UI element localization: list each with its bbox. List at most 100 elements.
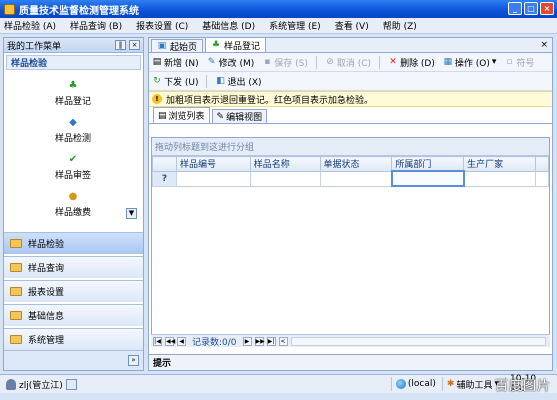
tools-menu-button[interactable]: ✱ 辅助工具 ▾ (441, 377, 499, 391)
work-menu-panel: 我的工作菜单 ‖ × 样品检验 ♣ 样品登记 ◆ 样品检测 ✔ 样品审签 ● 样… (3, 37, 144, 371)
scroll-down-icon[interactable]: ▼ (126, 208, 137, 219)
tab-start-page[interactable]: ▣ 起始页 (151, 39, 204, 53)
tools-label: 辅助工具 (456, 380, 493, 391)
add-button[interactable]: ▤ 新增 (N) (152, 56, 199, 69)
nav-basic-info[interactable]: 基础信息 (4, 304, 143, 326)
nav-report-settings[interactable]: 报表设置 (4, 280, 143, 302)
sidebar-item-review[interactable]: ✔ 样品审签 (4, 154, 142, 181)
toolbar-row2: ↻ 下发 (U) ◧ 退出 (X) (149, 72, 552, 91)
user-name: zlj(管立江) (19, 380, 63, 391)
nav-sample-query[interactable]: 样品查询 (4, 256, 143, 278)
refresh-icon: ↻ (153, 76, 161, 86)
sidebar-item-payment[interactable]: ● 样品缴费 (4, 191, 142, 218)
close-tab-icon[interactable]: × (540, 40, 548, 50)
symbol-button[interactable]: ▫ 符号 (504, 56, 534, 69)
status-bar: zlj(管立江) (local) ✱ 辅助工具 ▾ 10-10 18: (0, 374, 557, 394)
menu-sample-inspection[interactable]: 样品检验 (A) (4, 19, 56, 32)
prev-page-set-icon[interactable]: ◀◀ (165, 336, 175, 346)
main-panel: ▣ 起始页 ♣ 样品登记 × ▤ 新增 (N) ✎ 修改 (M) ▪ 保存 (S) ⊘… (148, 37, 553, 371)
save-button[interactable]: ▪ 保存 (S) (262, 56, 308, 69)
menu-system-admin[interactable]: 系统管理 (E) (269, 19, 321, 32)
toolbar-row1: ▤ 新增 (N) ✎ 修改 (M) ▪ 保存 (S) ⊘ 取消 (C) ✕ 删除 (D) … (149, 53, 552, 72)
table-cell[interactable] (319, 170, 393, 187)
tab-label: 编辑视图 (226, 113, 263, 123)
folder-icon (10, 335, 22, 344)
dropdown-arrow-icon: ▾ (491, 57, 497, 67)
minimize-button[interactable]: _ (508, 2, 522, 15)
app-icon (4, 3, 15, 15)
pencil-icon: ✎ (207, 57, 216, 67)
cancel-button[interactable]: ⊘ 取消 (C) (325, 56, 371, 69)
table-cell[interactable] (534, 170, 550, 187)
tab-sample-register[interactable]: ♣ 样品登记 (205, 37, 267, 52)
nav-sample-inspection[interactable]: 样品检验 (4, 232, 143, 254)
operation-button[interactable]: ▦ 操作 (O) ▾ (443, 56, 497, 69)
toolbar-separator (379, 55, 381, 69)
column-header-manufacturer[interactable]: 生产厂家 (463, 156, 536, 172)
table-row[interactable]: ? (152, 170, 550, 187)
pin-icon[interactable]: ‖ (115, 40, 126, 50)
next-page-set-icon[interactable]: ▶▶ (254, 336, 265, 346)
page-icon: ▣ (157, 41, 167, 51)
maximize-button[interactable]: □ (524, 2, 538, 15)
tab-edit-view[interactable]: ✎ 编辑视图 (211, 109, 268, 123)
status-user: zlj(管立江) (6, 378, 77, 391)
sidebar-item-register[interactable]: ♣ 样品登记 (4, 80, 142, 107)
table-cell[interactable] (175, 170, 251, 187)
network-icon (65, 378, 77, 390)
view-tabs: ▤ 浏览列表 ✎ 编辑视图 (149, 107, 552, 124)
edit-view-icon: ✎ (216, 111, 225, 122)
close-button[interactable]: × (540, 2, 554, 15)
column-header-sample-no[interactable]: 样品编号 (175, 156, 251, 172)
menu-view[interactable]: 查看 (V) (335, 19, 369, 32)
user-icon (6, 378, 16, 390)
button-label: 下发 (U) (164, 77, 199, 88)
column-header-sample-name[interactable]: 样品名称 (249, 156, 321, 172)
table-cell[interactable] (249, 170, 321, 187)
menu-help[interactable]: 帮助 (Z) (383, 19, 417, 32)
row-indicator-header (152, 156, 177, 172)
status-server: (local) (390, 377, 436, 391)
tools-icon: ✱ (446, 379, 455, 389)
edit-button[interactable]: ✎ 修改 (M) (207, 56, 254, 69)
table-cell[interactable] (390, 170, 465, 187)
pager-bar: |◀ ◀◀ ◀ 记录数:0/0 ▶ ▶▶ ▶| < (151, 334, 550, 348)
group-by-area[interactable]: 拖动列标题到这进行分组 (152, 138, 549, 156)
work-menu-header: 我的工作菜单 ‖ × (4, 38, 143, 53)
tab-browse-list[interactable]: ▤ 浏览列表 (153, 107, 210, 123)
column-header-status[interactable]: 单据状态 (319, 156, 393, 172)
button-label: 符号 (516, 58, 535, 69)
operation-icon: ▦ (443, 57, 453, 67)
disk-icon: ▪ (264, 57, 271, 67)
sidebar-item-label: 样品登记 (54, 97, 91, 107)
close-panel-icon[interactable]: × (129, 40, 140, 50)
expand-nav-icon[interactable]: » (128, 355, 139, 366)
next-page-icon[interactable]: ▶ (242, 336, 252, 346)
sidebar-item-label: 样品检测 (54, 134, 91, 144)
last-page-icon[interactable]: ▶| (266, 336, 276, 346)
nav-label: 基础信息 (28, 312, 65, 322)
section-title: 样品检验 (6, 55, 141, 70)
delete-button[interactable]: ✕ 删除 (D) (388, 56, 435, 69)
row-indicator: ? (152, 170, 177, 187)
scroll-left-icon[interactable]: < (278, 336, 288, 346)
menu-basic-info[interactable]: 基础信息 (D) (202, 19, 255, 32)
window-title: 质量技术监督检测管理系统 (19, 5, 139, 17)
table-cell[interactable] (463, 170, 536, 187)
sidebar-item-label: 样品缴费 (54, 208, 91, 218)
sidebar-item-test[interactable]: ◆ 样品检测 (4, 117, 142, 144)
menu-report-settings[interactable]: 报表设置 (C) (136, 19, 188, 32)
exit-button[interactable]: ◧ 退出 (X) (215, 75, 261, 88)
column-header-department[interactable]: 所属部门 (391, 156, 465, 172)
first-page-icon[interactable]: |◀ (153, 336, 162, 346)
globe-icon (395, 379, 406, 389)
test-icon: ◆ (69, 117, 77, 128)
prev-page-icon[interactable]: ◀ (177, 336, 186, 346)
menu-sample-query[interactable]: 样品查询 (B) (70, 19, 122, 32)
grid-table: 样品编号 样品名称 单据状态 所属部门 生产厂家 ? (152, 156, 550, 187)
menu-bar: 样品检验 (A) 样品查询 (B) 报表设置 (C) 基础信息 (D) 系统管理… (0, 18, 557, 34)
horizontal-scrollbar[interactable] (290, 336, 546, 346)
nav-label: 报表设置 (28, 288, 65, 298)
nav-system-admin[interactable]: 系统管理 (4, 328, 143, 350)
dispatch-button[interactable]: ↻ 下发 (U) (152, 75, 198, 88)
